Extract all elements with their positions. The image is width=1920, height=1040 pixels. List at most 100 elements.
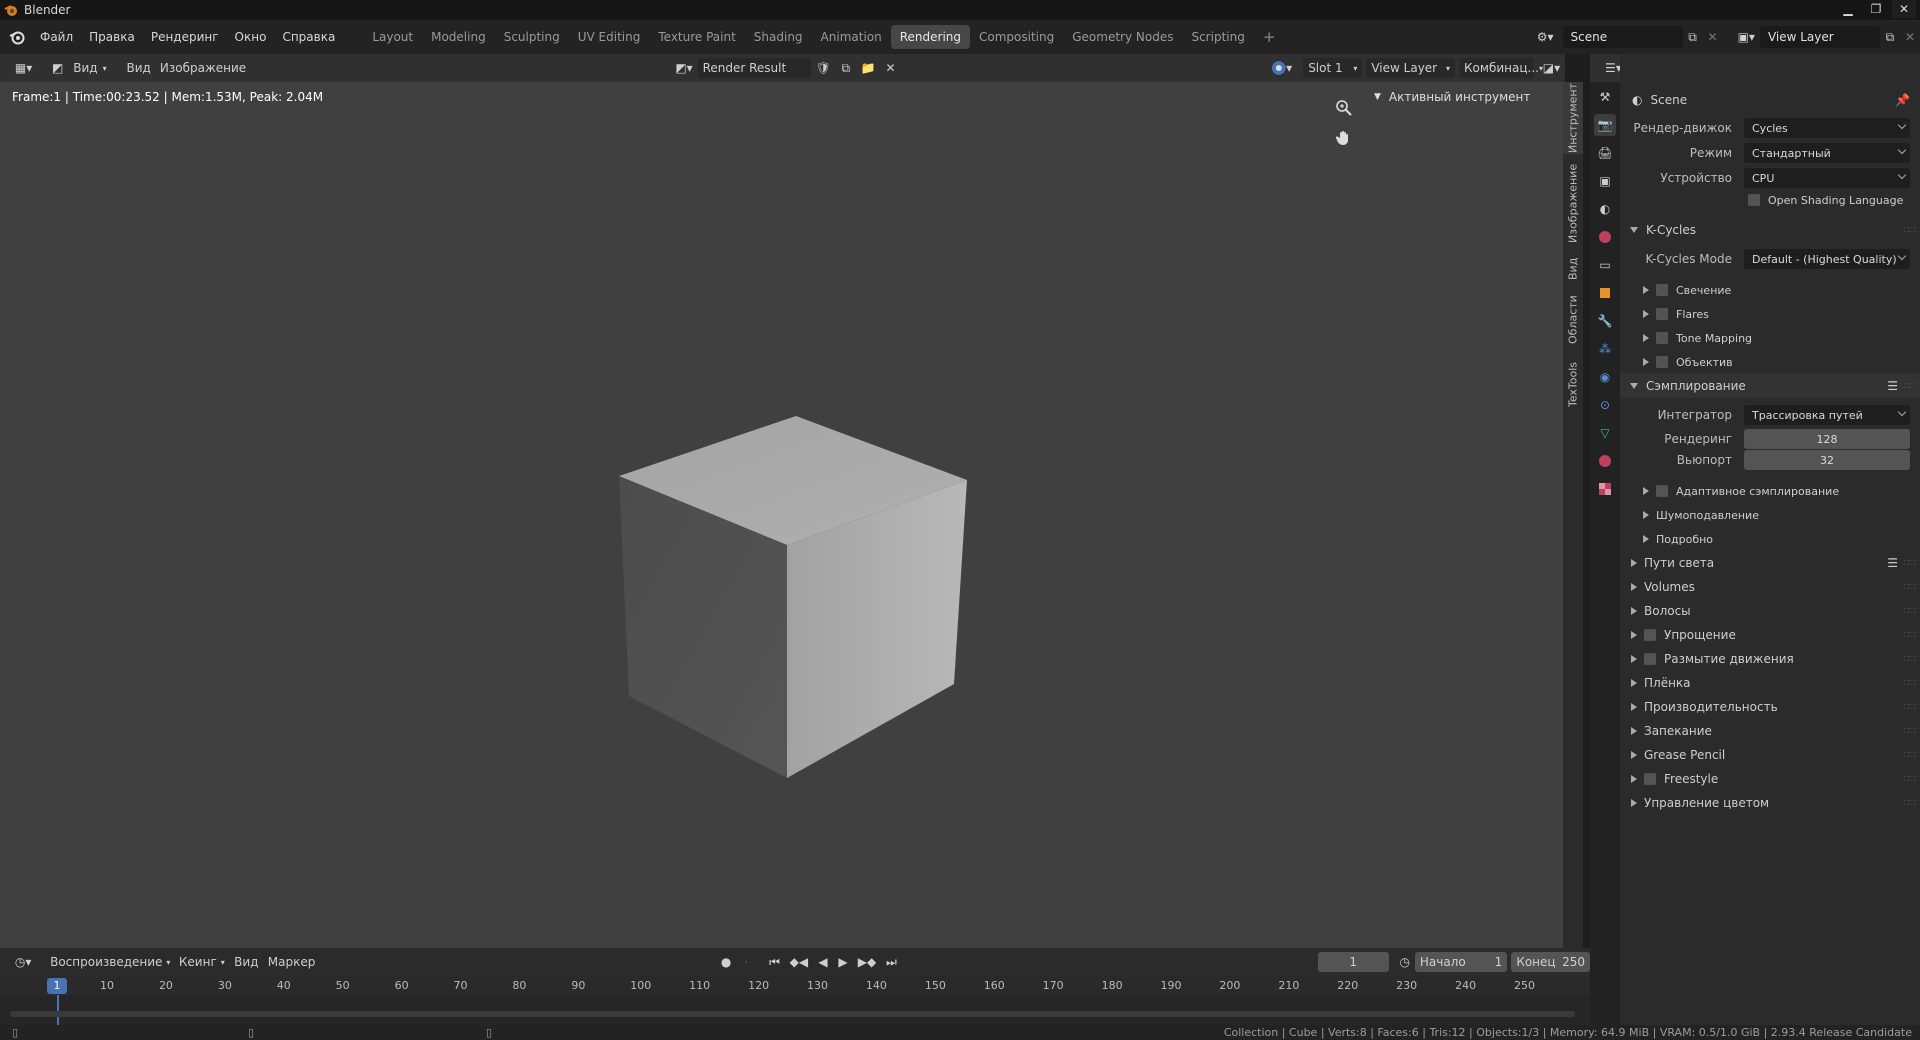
- constraints-icon[interactable]: ⊙: [1594, 394, 1616, 416]
- new-view-layer-icon[interactable]: ⧉: [1880, 27, 1900, 47]
- integrator-dropdown[interactable]: Трассировка путей: [1744, 405, 1910, 425]
- current-frame-marker[interactable]: 1: [47, 978, 67, 994]
- tool-icon[interactable]: ⚒: [1594, 86, 1616, 108]
- render-viewport[interactable]: Frame:1 | Time:00:23.52 | Mem:1.53M, Pea…: [0, 82, 1565, 948]
- kcycles-flares-subpanel[interactable]: Flares: [1620, 302, 1920, 326]
- drag-handle-icon[interactable]: ∷∷: [1903, 798, 1916, 809]
- display-mode-icon[interactable]: ◪▾: [1538, 58, 1565, 78]
- image-name-field[interactable]: Render Result: [697, 58, 811, 78]
- section-6[interactable]: Производительность ∷∷: [1620, 695, 1920, 719]
- tab-texture-paint[interactable]: Texture Paint: [649, 25, 744, 49]
- kcycles-lens-subpanel[interactable]: Объектив: [1620, 350, 1920, 374]
- view-layer-selector-icon[interactable]: ▣▾: [1733, 27, 1760, 47]
- menu-window[interactable]: Окно: [227, 20, 275, 54]
- section-checkbox[interactable]: [1644, 629, 1656, 641]
- kcycles-glow-subpanel[interactable]: Свечение: [1620, 278, 1920, 302]
- section-0[interactable]: Пути света ☰ ∷∷: [1620, 551, 1920, 575]
- editor-type-icon[interactable]: ▦▾: [10, 58, 37, 78]
- drag-handle-icon[interactable]: ∷∷: [1903, 606, 1916, 617]
- drag-handle-icon[interactable]: ∷∷: [1903, 702, 1916, 713]
- keying-menu[interactable]: Кеинг ▾: [174, 952, 229, 972]
- tab-areas[interactable]: Области: [1563, 292, 1583, 348]
- view-mode-icon[interactable]: ◩: [47, 58, 68, 78]
- device-dropdown[interactable]: CPU: [1744, 168, 1910, 188]
- collection-icon[interactable]: ▭: [1594, 254, 1616, 276]
- menu-help[interactable]: Справка: [274, 20, 343, 54]
- section-7[interactable]: Запекание ∷∷: [1620, 719, 1920, 743]
- texture-icon[interactable]: [1594, 478, 1616, 500]
- viewport-samples-field[interactable]: 32: [1744, 450, 1910, 470]
- drag-handle-icon[interactable]: ∷∷: [1903, 654, 1916, 665]
- display-channels-icon[interactable]: ▾: [1266, 58, 1298, 78]
- tab-scripting[interactable]: Scripting: [1182, 25, 1253, 49]
- delete-scene-icon[interactable]: ✕: [1703, 27, 1723, 47]
- world-icon[interactable]: [1594, 226, 1616, 248]
- new-image-icon[interactable]: ⧉: [836, 58, 856, 78]
- section-3[interactable]: Упрощение ∷∷: [1620, 623, 1920, 647]
- flares-checkbox[interactable]: [1656, 308, 1668, 320]
- render-samples-field[interactable]: 128: [1744, 429, 1910, 449]
- view-mode-dropdown[interactable]: Вид ▾: [68, 58, 111, 78]
- scene-field[interactable]: Scene: [1562, 26, 1683, 48]
- unlink-image-icon[interactable]: ✕: [881, 58, 901, 78]
- modifier-icon[interactable]: 🔧: [1594, 310, 1616, 332]
- section-1[interactable]: Volumes ∷∷: [1620, 575, 1920, 599]
- pan-hand-icon[interactable]: [1330, 124, 1358, 152]
- tab-image[interactable]: Изображение: [1563, 160, 1583, 246]
- drag-handle-icon[interactable]: ∷∷: [1903, 630, 1916, 641]
- open-image-icon[interactable]: 📁: [856, 58, 881, 78]
- output-icon[interactable]: 🖨: [1594, 142, 1616, 164]
- kcycles-mode-dropdown[interactable]: Default - (Highest Quality): [1744, 249, 1910, 269]
- render-icon[interactable]: 📷: [1594, 114, 1616, 136]
- tab-sculpting[interactable]: Sculpting: [495, 25, 569, 49]
- menu-image[interactable]: Изображение: [156, 58, 251, 78]
- menu-render[interactable]: Рендеринг: [143, 20, 227, 54]
- delete-view-layer-icon[interactable]: ✕: [1900, 27, 1920, 47]
- pin-icon[interactable]: 📌: [1895, 93, 1910, 107]
- timeline-area[interactable]: 1 10 20 30 40 50 60 70 80 90 100 110 120 130 140 150 160…: [0, 976, 1590, 1025]
- play-icon[interactable]: ▶: [833, 952, 853, 972]
- tab-view[interactable]: Вид: [1563, 252, 1583, 286]
- tab-geometry-nodes[interactable]: Geometry Nodes: [1063, 25, 1182, 49]
- drag-handle-icon[interactable]: ∷∷: [1903, 558, 1916, 569]
- section-9[interactable]: Freestyle ∷∷: [1620, 767, 1920, 791]
- drag-handle-icon[interactable]: ∷∷: [1903, 582, 1916, 593]
- adaptive-sampling-subpanel[interactable]: Адаптивное сэмплирование: [1620, 479, 1920, 503]
- object-icon[interactable]: [1594, 282, 1616, 304]
- section-checkbox[interactable]: [1644, 653, 1656, 665]
- particles-icon[interactable]: ⁂: [1594, 338, 1616, 360]
- menu-edit[interactable]: Правка: [81, 20, 143, 54]
- sampling-section[interactable]: Сэмплирование ☰ ∷∷: [1620, 374, 1920, 398]
- jump-end-icon[interactable]: ⏭: [881, 952, 902, 972]
- tab-compositing[interactable]: Compositing: [970, 25, 1063, 49]
- fake-user-icon[interactable]: 🛡: [811, 58, 836, 78]
- view-layer-field[interactable]: View Layer: [1759, 26, 1880, 48]
- tab-modeling[interactable]: Modeling: [422, 25, 495, 49]
- render-engine-dropdown[interactable]: Cycles: [1744, 118, 1910, 138]
- tab-tool[interactable]: Инструмент: [1563, 82, 1583, 154]
- jump-prev-key-icon[interactable]: ◆◀: [785, 952, 813, 972]
- menu-view-timeline[interactable]: Вид: [229, 952, 263, 972]
- play-reverse-icon[interactable]: ◀: [813, 952, 833, 972]
- adaptive-sampling-checkbox[interactable]: [1656, 485, 1668, 497]
- section-5[interactable]: Плёнка ∷∷: [1620, 671, 1920, 695]
- new-scene-icon[interactable]: ⧉: [1683, 27, 1703, 47]
- slot-dropdown[interactable]: Slot 1 ▾: [1303, 58, 1363, 78]
- start-frame-field[interactable]: Начало 1: [1414, 952, 1508, 972]
- menu-view[interactable]: Вид: [122, 58, 156, 78]
- maximize-button[interactable]: ❐: [1864, 0, 1888, 18]
- jump-next-key-icon[interactable]: ▶◆: [853, 952, 881, 972]
- minimize-button[interactable]: ▁: [1836, 0, 1860, 18]
- mode-dropdown[interactable]: Стандартный: [1744, 143, 1910, 163]
- drag-handle-icon[interactable]: ∷∷: [1903, 678, 1916, 689]
- tab-shading[interactable]: Shading: [745, 25, 812, 49]
- tab-animation[interactable]: Animation: [812, 25, 891, 49]
- close-button[interactable]: ✕: [1892, 0, 1916, 18]
- playback-menu[interactable]: Воспроизведение ▾: [46, 952, 174, 972]
- menu-marker[interactable]: Маркер: [263, 952, 320, 972]
- zoom-icon[interactable]: [1330, 94, 1358, 122]
- scene-selector-icon[interactable]: ⚙▾: [1532, 27, 1559, 47]
- view-layer-dropdown[interactable]: View Layer ▾: [1366, 58, 1456, 78]
- view-layer-icon[interactable]: ▣: [1594, 170, 1616, 192]
- drag-handle-icon[interactable]: ∷∷: [1903, 750, 1916, 761]
